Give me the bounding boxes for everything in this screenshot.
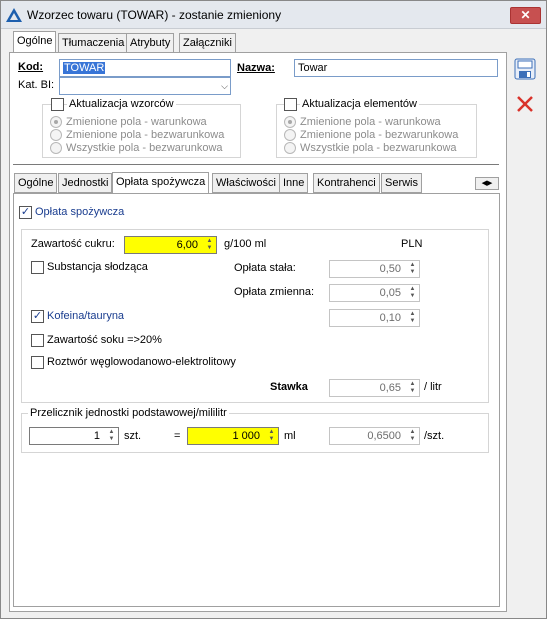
roztwor-checkbox[interactable] [31, 356, 44, 369]
cancel-icon[interactable] [514, 93, 536, 115]
pln-label: PLN [401, 238, 423, 250]
elementy-radio-2[interactable] [284, 129, 296, 141]
wzorce-option-3: Wszystkie pola - bezwarunkowa [66, 142, 223, 154]
subtab-inne[interactable]: Inne [279, 173, 309, 193]
stawka-input: 0,65 ▲ ▼ [329, 379, 420, 397]
app-logo-icon [6, 8, 22, 22]
aktualizacja-elementow-checkbox[interactable] [284, 98, 297, 111]
wzorce-radio-1[interactable] [50, 116, 62, 128]
spinner-icon: ▲ ▼ [409, 262, 416, 275]
zawartosc-cukru-unit: g/100 ml [224, 238, 267, 250]
tab-zalaczniki[interactable]: Załączniki [179, 33, 236, 53]
przelicznik-left-value: 1 [93, 430, 100, 442]
elementy-radio-1[interactable] [284, 116, 296, 128]
oplata-spozywcza-checkbox[interactable]: ✓ [19, 206, 32, 219]
wzorce-option-2: Zmienione pola - bezwarunkowa [66, 129, 225, 141]
stawka-value: 0,65 [379, 382, 401, 394]
separator [13, 164, 499, 165]
nazwa-input[interactable]: Towar [294, 59, 498, 77]
przelicznik-left-input[interactable]: 1 ▲ ▼ [29, 427, 119, 445]
window-title: Wzorzec towaru (TOWAR) - zostanie zmieni… [27, 8, 282, 22]
spinner-icon[interactable]: ▲ ▼ [266, 429, 277, 443]
oplata-stala-label: Opłata stała: [234, 262, 296, 274]
przelicznik-left-unit: szt. [124, 430, 142, 442]
stawka-label: Stawka [270, 381, 308, 393]
subtab-oplata-spozywcza[interactable]: Opłata spożywcza [112, 172, 210, 194]
spinner-icon: ▲ ▼ [409, 381, 416, 394]
tab-atrybuty[interactable]: Atrybuty [126, 33, 175, 53]
roztwor-label: Roztwór węglowodanowo-elektrolitowy [47, 356, 236, 368]
zawartosc-cukru-input[interactable]: 6,00 ▲ ▼ [124, 236, 217, 254]
equals-sign: = [174, 430, 181, 442]
title-bar: Wzorzec towaru (TOWAR) - zostanie zmieni… [1, 1, 546, 29]
oplata-zmienna-input: 0,05 ▲ ▼ [329, 284, 420, 302]
dialog-window: Wzorzec towaru (TOWAR) - zostanie zmieni… [0, 0, 547, 619]
save-icon[interactable] [514, 58, 536, 80]
spinner-icon[interactable]: ▲ ▼ [204, 238, 215, 252]
oplata-zmienna-label: Opłata zmienna: [234, 286, 315, 298]
nazwa-label: Nazwa: [237, 62, 275, 74]
subtab-wlasciwosci[interactable]: Właściwości [212, 173, 280, 193]
kod-label: Kod: [18, 61, 44, 73]
wzorce-radio-2[interactable] [50, 129, 62, 141]
wzorce-radio-3[interactable] [50, 142, 62, 154]
subtab-kontrahenci[interactable]: Kontrahenci [313, 173, 380, 193]
subtab-jednostki[interactable]: Jednostki [58, 173, 113, 193]
przelicznik-right-input[interactable]: 1 000 ▲ ▼ [187, 427, 279, 445]
przelicznik-right-value: 1 000 [232, 430, 260, 442]
tab-tlumaczenia[interactable]: Tłumaczenia [58, 33, 129, 53]
kofeina-input: 0,10 ▲ ▼ [329, 309, 420, 327]
aktualizacja-wzorcow-label: Aktualizacja wzorców [67, 98, 176, 110]
tab-ogolne[interactable]: Ogólne [13, 31, 57, 53]
close-button[interactable]: ✕ [510, 7, 541, 24]
spinner-icon: ▲ ▼ [409, 429, 416, 442]
przelicznik-result-unit: /szt. [424, 430, 445, 442]
stawka-unit: / litr [424, 381, 442, 393]
kat-bi-select[interactable]: ⌵ [59, 77, 231, 95]
oplata-spozywcza-label: Opłata spożywcza [35, 206, 125, 218]
elementy-option-2: Zmienione pola - bezwarunkowa [300, 129, 459, 141]
wzorce-option-1: Zmienione pola - warunkowa [66, 116, 207, 128]
zawartosc-soku-label: Zawartość soku =>20% [47, 334, 162, 346]
substancja-slodzaca-label: Substancja słodząca [47, 261, 148, 273]
zawartosc-cukru-value: 6,00 [176, 239, 198, 251]
subtab-ogolne[interactable]: Ogólne [14, 173, 58, 193]
elementy-radio-3[interactable] [284, 142, 296, 154]
substancja-slodzaca-checkbox[interactable] [31, 261, 44, 274]
zawartosc-soku-checkbox[interactable] [31, 334, 44, 347]
elementy-option-1: Zmienione pola - warunkowa [300, 116, 441, 128]
kofeina-value: 0,10 [379, 312, 401, 324]
spinner-icon[interactable]: ▲ ▼ [106, 429, 117, 443]
chevron-down-icon[interactable]: ⌵ [221, 78, 228, 94]
spinner-icon: ▲ ▼ [409, 311, 416, 324]
oplata-stala-input: 0,50 ▲ ▼ [329, 260, 420, 278]
kat-bi-label: Kat. BI: [18, 79, 55, 91]
tab-scroll-arrows-icon[interactable]: ◀▶ [475, 177, 499, 190]
oplata-stala-value: 0,50 [379, 263, 401, 275]
przelicznik-right-unit: ml [284, 430, 296, 442]
przelicznik-label: Przelicznik jednostki podstawowej/milili… [28, 407, 229, 419]
aktualizacja-elementow-label: Aktualizacja elementów [300, 98, 419, 110]
elementy-option-3: Wszystkie pola - bezwarunkowa [300, 142, 457, 154]
przelicznik-result-input: 0,6500 ▲ ▼ [329, 427, 420, 445]
aktualizacja-wzorcow-checkbox[interactable] [51, 98, 64, 111]
zawartosc-cukru-label: Zawartość cukru: [31, 238, 115, 250]
kod-value: TOWAR [63, 62, 106, 74]
kofeina-tauryna-checkbox[interactable]: ✓ [31, 310, 44, 323]
kofeina-tauryna-label: Kofeina/tauryna [47, 310, 125, 322]
oplata-zmienna-value: 0,05 [379, 287, 401, 299]
subtab-serwis[interactable]: Serwis [381, 173, 423, 193]
spinner-icon: ▲ ▼ [409, 286, 416, 299]
przelicznik-result-value: 0,6500 [367, 430, 401, 442]
kod-input[interactable]: TOWAR [59, 59, 231, 77]
